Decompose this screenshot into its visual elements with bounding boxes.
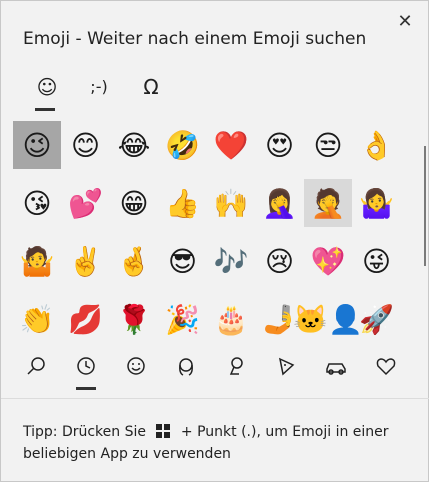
emoji-button[interactable]: 👏 (13, 295, 61, 339)
emoji-button[interactable]: 🤞 (110, 237, 158, 285)
kaomoji-icon: ;-) (90, 77, 108, 96)
tab-emoji[interactable]: ☺ (21, 73, 73, 111)
emoji-button[interactable]: 😜 (353, 237, 401, 285)
car-icon (326, 363, 346, 375)
tip-text: Tipp: Drücken Sie + Punkt (.), um Emoji … (23, 421, 413, 465)
emoji-button[interactable]: ❤️ (207, 121, 255, 169)
scrollbar[interactable] (424, 146, 426, 266)
emoji-button[interactable]: 🎉 (159, 295, 207, 339)
emoji-button[interactable]: 👍 (159, 179, 207, 227)
tab-smileys[interactable] (111, 346, 161, 386)
emoji-button[interactable]: 🎶 (207, 237, 255, 285)
emoji-button[interactable]: 🤷‍♀️ (353, 179, 401, 227)
emoji-button[interactable]: 😍 (256, 121, 304, 169)
tab-people[interactable] (161, 346, 211, 386)
emoji-button[interactable]: 😉 (13, 121, 61, 169)
pizza-icon (278, 357, 295, 376)
divider (1, 398, 429, 399)
emoji-panel: ✕ Emoji - Weiter nach einem Emoji suchen… (0, 0, 429, 482)
tip-prefix: Tipp: Drücken Sie (23, 424, 146, 440)
search-icon (27, 357, 45, 375)
tab-food[interactable] (261, 346, 311, 386)
emoji-button[interactable]: 👌 (353, 121, 401, 169)
emoji-button[interactable]: 💖 (304, 237, 352, 285)
tab-travel[interactable] (311, 346, 361, 386)
emoji-button[interactable]: 🎂 (207, 295, 255, 339)
emoji-button[interactable]: 😁 (110, 179, 158, 227)
emoji-category-bar (11, 346, 411, 390)
windows-key-icon (156, 424, 171, 438)
smiley-face-icon (127, 357, 145, 375)
emoji-button[interactable]: 🤦‍♀️ (256, 179, 304, 227)
tab-symbols[interactable]: Ω (125, 73, 177, 103)
location-icon (229, 357, 243, 375)
category-tabs: ☺ ;-) Ω (21, 73, 177, 111)
emoji-button[interactable]: 🐱‍👤 (293, 295, 363, 339)
emoji-button[interactable]: ✌️ (62, 237, 110, 285)
smiley-icon: ☺ (36, 75, 58, 99)
tab-symbols-heart[interactable] (361, 346, 411, 386)
emoji-button[interactable]: 🚀 (353, 295, 401, 339)
symbols-icon: Ω (143, 75, 159, 99)
emoji-button[interactable]: 🌹 (110, 295, 158, 339)
tab-kaomoji[interactable]: ;-) (73, 73, 125, 103)
clock-icon (77, 357, 95, 375)
emoji-button[interactable]: 🤣 (159, 121, 207, 169)
emoji-button[interactable]: 😢 (256, 237, 304, 285)
tab-recent[interactable] (61, 346, 111, 390)
person-icon (179, 358, 193, 376)
close-button[interactable]: ✕ (394, 11, 416, 33)
tab-search[interactable] (11, 346, 61, 386)
heart-icon (376, 358, 396, 376)
emoji-button[interactable]: 😒 (304, 121, 352, 169)
emoji-button[interactable]: 🤦 (304, 179, 352, 227)
emoji-button[interactable]: 💋 (62, 295, 110, 339)
emoji-button[interactable]: 🙌 (207, 179, 255, 227)
emoji-button[interactable]: 😎 (159, 237, 207, 285)
emoji-button[interactable]: 😂 (110, 121, 158, 169)
emoji-button[interactable]: 😊 (62, 121, 110, 169)
panel-title: Emoji - Weiter nach einem Emoji suchen (23, 29, 367, 49)
emoji-grid: 😉 😊 😂 🤣 ❤️ 😍 😒 👌 😘 💕 😁 👍 🙌 🤦‍♀️ 🤦 🤷‍♀️ 🤷 ✌️ 🤞 😎 🎶 😢 💖 😜 👏 💋 🌹 🎉 🎂 🤳 🐱‍… (11, 119, 411, 339)
emoji-button[interactable]: 💕 (62, 179, 110, 227)
tab-places[interactable] (211, 346, 261, 386)
emoji-button[interactable]: 🤷 (13, 237, 61, 285)
emoji-button[interactable]: 😘 (13, 179, 61, 227)
